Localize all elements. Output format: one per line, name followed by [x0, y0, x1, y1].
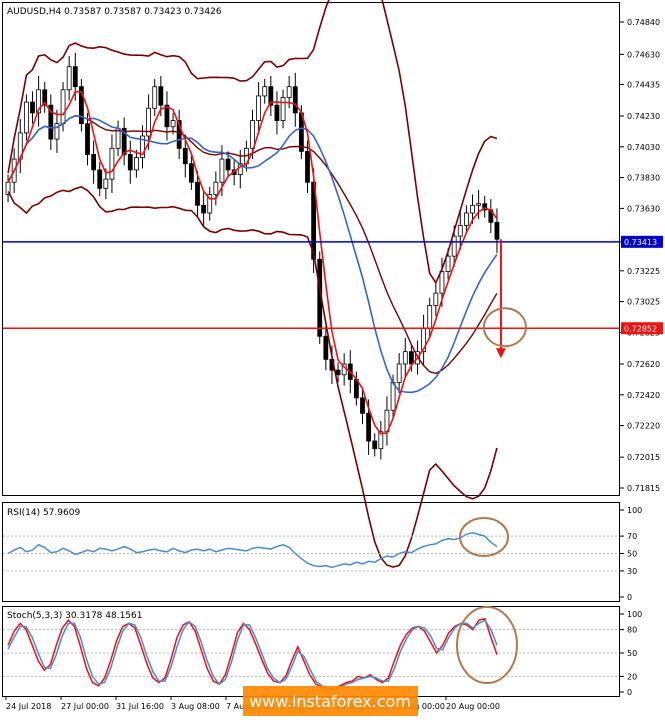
candle-bear — [30, 101, 35, 114]
candle-bull — [433, 292, 439, 306]
price-tick-label: 0.73025 — [627, 298, 660, 307]
price-tick-label: 0.72015 — [627, 453, 660, 462]
candle-bull — [390, 382, 396, 411]
candle-bull — [219, 158, 225, 183]
candle-bull — [133, 157, 139, 171]
candle-bear — [360, 397, 365, 414]
oscillator-tick-label: 50 — [627, 550, 637, 559]
candle-bear — [335, 369, 341, 376]
time-tick-label: 3 Aug 08:00 — [171, 702, 220, 711]
candle-bear — [72, 66, 78, 88]
chart-canvas: 0.74840 0.74630 0.74435 0.74230 0.74030 0.738… — [2, 0, 663, 716]
candle-bull — [250, 120, 255, 149]
time-tick-label: 20 Aug 00:00 — [446, 702, 500, 711]
candle-bull — [396, 363, 402, 383]
candle-bull — [23, 101, 29, 134]
candle-bull — [262, 86, 268, 97]
main-chart-title: AUDUSD,H4 0.73587 0.73587 0.73423 0.7342… — [7, 7, 222, 17]
price-tick-label: 0.74840 — [627, 18, 660, 27]
candle-bull — [109, 147, 115, 180]
price-tick-label: 0.73225 — [627, 267, 660, 276]
rsi-title: RSI(14) 57.9609 — [7, 508, 80, 518]
oscillator-tick-label: 0 — [627, 593, 632, 602]
price-tick-label: 0.74630 — [627, 50, 660, 59]
stochastic-title: Stoch(5,3,3) 30.3178 48.1561 — [7, 611, 142, 621]
price-tick-label: 0.72620 — [627, 360, 660, 369]
candle-bear — [201, 204, 207, 214]
candle-bull — [286, 86, 292, 98]
candle-bear — [97, 169, 103, 189]
level-price-label: 0.72852 — [624, 324, 657, 333]
time-tick-label: 24 Jul 2018 — [6, 702, 51, 711]
price-tick-label: 0.74435 — [627, 80, 660, 89]
candle-bear — [366, 412, 372, 442]
chart-window: 0.74840 0.74630 0.74435 0.74230 0.74030 0.738… — [0, 0, 665, 718]
time-tick-label: 27 Jul 00:00 — [61, 702, 109, 711]
main-chart-panel — [2, 2, 620, 496]
candle-bull — [280, 97, 286, 121]
watermark-text: www.instaforex.com — [249, 692, 411, 711]
candle-bull — [66, 66, 72, 91]
candle-bear — [158, 86, 164, 106]
candle-bull — [152, 86, 158, 109]
candle-bear — [274, 104, 280, 121]
candle-bull — [402, 351, 408, 365]
oscillator-tick-label: 0 — [627, 688, 632, 697]
candle-bear — [164, 104, 170, 128]
price-tick-label: 0.74030 — [627, 143, 660, 152]
price-tick-label: 0.71815 — [627, 484, 660, 493]
candle-bear — [85, 123, 90, 155]
candle-bull — [103, 178, 109, 189]
candle-bear — [195, 181, 200, 206]
price-tick-label: 0.72420 — [627, 391, 660, 400]
candle-bull — [476, 203, 482, 206]
candle-bear — [408, 351, 414, 365]
candle-bull — [470, 204, 475, 214]
candle-bull — [445, 255, 451, 272]
candle-bear — [372, 440, 378, 450]
candle-bear — [91, 154, 97, 171]
candle-bear — [305, 151, 310, 183]
price-tick-label: 0.73630 — [627, 204, 660, 213]
oscillator-tick-label: 80 — [627, 626, 637, 635]
oscillator-tick-label: 50 — [627, 649, 637, 658]
candle-bear — [292, 86, 298, 114]
oscillator-tick-label: 30 — [627, 567, 637, 576]
candle-bull — [427, 305, 433, 329]
candle-bull — [457, 224, 463, 237]
candle-bear — [323, 335, 329, 360]
candle-bear — [188, 163, 194, 183]
price-tick-label: 0.74230 — [627, 112, 660, 121]
oscillator-tick-label: 20 — [627, 672, 637, 681]
candle-bull — [451, 235, 457, 257]
candle-bear — [127, 154, 133, 171]
candle-bull — [213, 181, 219, 195]
level-price-label: 0.73413 — [624, 238, 657, 247]
candle-bear — [494, 221, 500, 240]
oscillator-tick-label: 100 — [627, 610, 642, 619]
time-tick-label: 31 Jul 16:00 — [116, 702, 164, 711]
rsi-panel — [2, 502, 620, 602]
price-tick-label: 0.72220 — [627, 422, 660, 431]
candle-bull — [439, 271, 445, 294]
candle-bear — [182, 147, 188, 165]
candle-bull — [256, 95, 262, 121]
candle-bull — [170, 120, 176, 128]
oscillator-tick-label: 100 — [627, 506, 642, 515]
candle-bull — [463, 212, 469, 226]
candle-bear — [225, 158, 231, 171]
candle-bull — [60, 89, 66, 125]
price-tick-label: 0.73830 — [627, 174, 660, 183]
oscillator-tick-label: 70 — [627, 532, 637, 541]
